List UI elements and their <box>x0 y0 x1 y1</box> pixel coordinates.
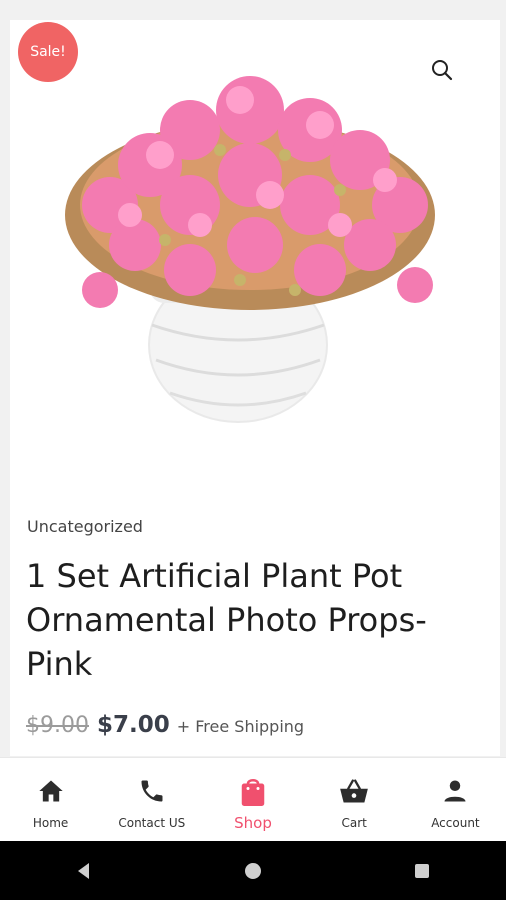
back-button[interactable] <box>64 851 104 891</box>
nav-item-account[interactable]: Account <box>405 758 506 842</box>
home-icon <box>36 774 66 808</box>
phone-icon <box>137 774 167 808</box>
product-category[interactable]: Uncategorized <box>27 517 143 536</box>
user-icon <box>440 774 470 808</box>
sale-price: $7.00 <box>96 712 170 738</box>
home-button[interactable] <box>233 851 273 891</box>
nav-item-contact[interactable]: Contact US <box>101 758 202 842</box>
recents-icon <box>414 863 429 878</box>
shopping-bag-icon <box>238 774 268 808</box>
nav-label-account: Account <box>431 816 480 830</box>
basket-icon <box>339 774 369 808</box>
home-circle-icon <box>244 862 261 879</box>
nav-label-home: Home <box>32 816 69 830</box>
nav-item-cart[interactable]: Cart <box>304 758 405 842</box>
search-icon <box>432 60 453 81</box>
back-icon <box>78 862 90 879</box>
search-button[interactable] <box>428 56 456 84</box>
nav-label-contact: Contact US <box>118 816 186 830</box>
product-title: 1 Set Artificial Plant Pot Ornamental Ph… <box>26 557 427 683</box>
nav-item-shop[interactable]: Shop <box>202 758 303 842</box>
recents-button[interactable] <box>402 851 442 891</box>
price-row: $9.00 $7.00 + Free Shipping <box>26 712 304 746</box>
original-price: $9.00 <box>26 713 89 738</box>
sale-badge-label: Sale! <box>30 44 66 60</box>
nav-label-shop: Shop <box>234 814 272 832</box>
product-image[interactable] <box>40 55 470 445</box>
nav-item-home[interactable]: Home <box>0 758 101 842</box>
nav-label-cart: Cart <box>341 816 367 830</box>
system-navigation-bar <box>0 841 506 900</box>
sale-badge: Sale! <box>18 22 78 82</box>
bottom-navigation: Home Contact US Shop Cart Account <box>0 757 506 842</box>
shipping-note: + Free Shipping <box>176 717 305 736</box>
